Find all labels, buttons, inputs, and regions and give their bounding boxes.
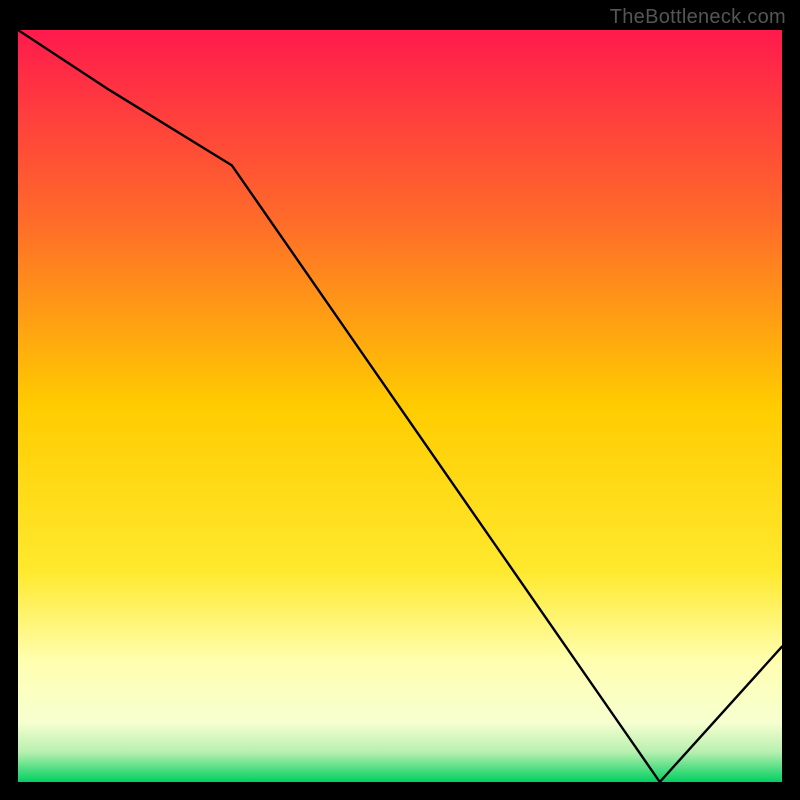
chart-svg [18,30,782,782]
watermark-text: TheBottleneck.com [610,6,786,29]
chart-container: TheBottleneck.com [0,0,800,800]
plot-area [18,30,782,782]
